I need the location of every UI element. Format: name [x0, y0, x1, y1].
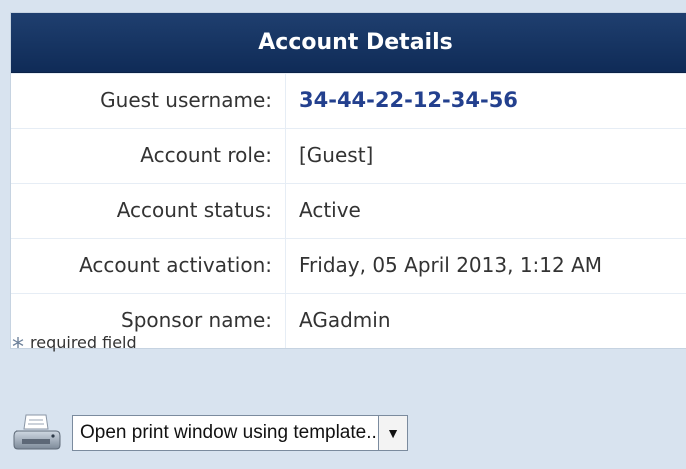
account-activation-value: Friday, 05 April 2013, 1:12 AM [299, 253, 603, 277]
print-template-row: Open print window using template... ▼ [12, 412, 408, 454]
required-asterisk: * [12, 333, 24, 361]
chevron-down-icon[interactable]: ▼ [378, 416, 407, 450]
required-field-text: required field [30, 333, 137, 352]
print-template-select-value: Open print window using template... [80, 422, 378, 443]
row-account-status: Account status: Active [11, 183, 686, 238]
row-guest-username: Guest username: 34-44-22-12-34-56 [11, 73, 686, 128]
account-activation-label: Account activation: [11, 239, 286, 293]
account-role-label: Account role: [11, 129, 286, 183]
account-role-value: [Guest] [299, 143, 374, 167]
panel-title: Account Details [11, 13, 686, 73]
account-status-label: Account status: [11, 184, 286, 238]
account-details-panel: Account Details Guest username: 34-44-22… [10, 12, 686, 349]
guest-username-label: Guest username: [11, 74, 286, 128]
guest-username-value: 34-44-22-12-34-56 [299, 88, 518, 112]
print-template-select[interactable]: Open print window using template... ▼ [72, 415, 408, 451]
printer-icon[interactable] [12, 413, 62, 453]
row-account-role: Account role: [Guest] [11, 128, 686, 183]
account-status-value: Active [299, 198, 361, 222]
sponsor-name-value: AGadmin [299, 308, 391, 332]
required-field-note: * required field [12, 333, 137, 361]
row-account-activation: Account activation: Friday, 05 April 201… [11, 238, 686, 293]
